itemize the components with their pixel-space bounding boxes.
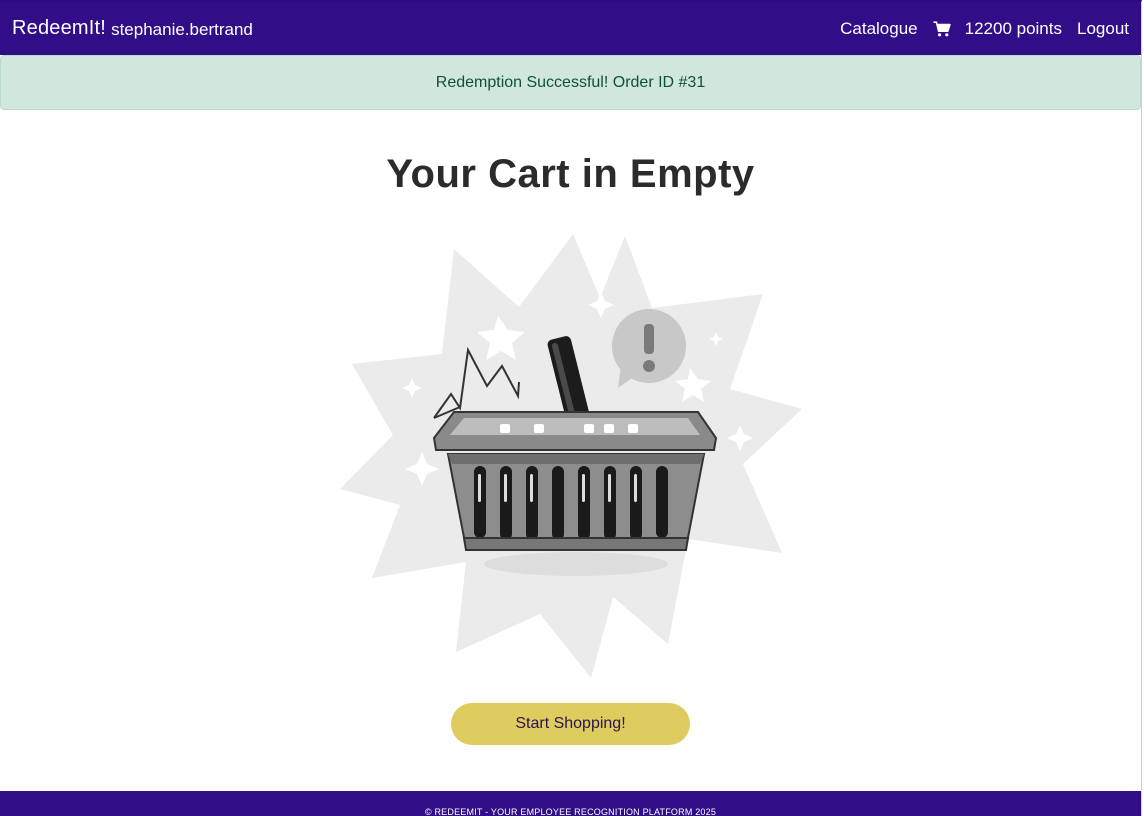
page-title: Your Cart in Empty xyxy=(386,152,755,196)
points-balance: 12200 points xyxy=(964,18,1062,38)
footer-copyright: © REDEEMIT - YOUR EMPLOYEE RECOGNITION P… xyxy=(424,807,717,816)
catalogue-link[interactable]: Catalogue xyxy=(840,19,918,39)
top-navbar: RedeemIt! stephanie.bertrand Catalogue 1… xyxy=(0,2,1141,55)
username-label: stephanie.bertrand xyxy=(111,19,253,39)
brand-logo[interactable]: RedeemIt! xyxy=(12,17,106,40)
logout-link[interactable]: Logout xyxy=(1077,19,1129,39)
nav-right-group: Catalogue 12200 points Logout xyxy=(840,19,1129,39)
success-alert: Redemption Successful! Order ID #31 xyxy=(0,55,1141,110)
page-footer: © REDEEMIT - YOUR EMPLOYEE RECOGNITION P… xyxy=(0,791,1141,816)
empty-basket-illustration xyxy=(338,232,804,680)
start-shopping-button[interactable]: Start Shopping! xyxy=(451,703,690,745)
alert-message: Redemption Successful! Order ID #31 xyxy=(435,73,706,91)
cart-icon[interactable] xyxy=(933,20,951,37)
